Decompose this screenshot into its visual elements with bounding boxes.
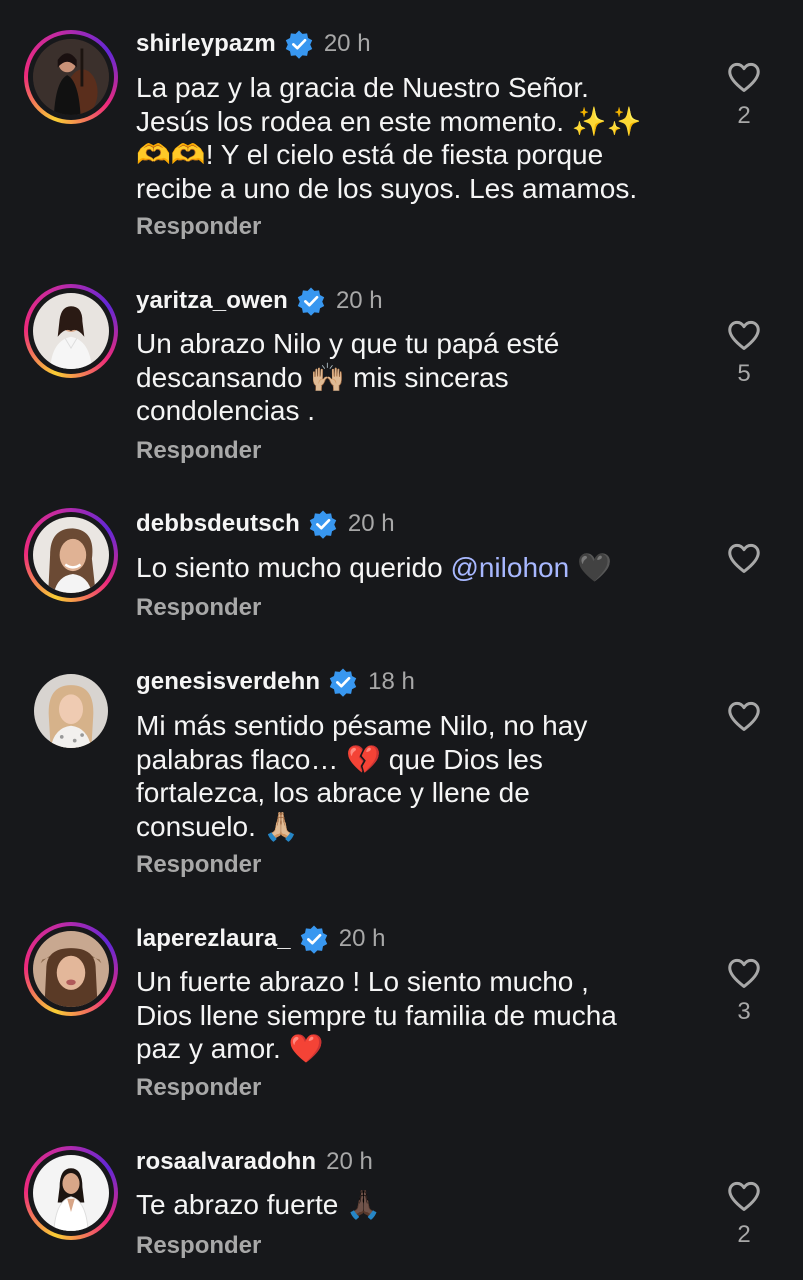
heart-icon [722,1177,766,1215]
username[interactable]: yaritza_owen [136,287,288,315]
comment-text: Un fuerte abrazo ! Lo siento mucho , Dio… [136,965,696,1066]
like-count: 2 [737,102,751,129]
comment-line: Jesús los rodea en este momento. ✨✨ [136,105,642,137]
like-button[interactable] [722,697,766,741]
avatar[interactable] [24,284,118,378]
comment-text: Te abrazo fuerte 🙏🏿 [136,1188,696,1222]
comment-line: Un fuerte abrazo ! Lo siento mucho , [136,966,589,997]
avatar-photo [33,517,109,593]
comment-time: 20 h [347,510,395,537]
avatar-photo [34,674,108,748]
avatar-photo [33,293,109,369]
like-button[interactable]: 2 [722,58,766,130]
username[interactable]: shirleypazm [136,30,276,58]
comment-text-segment: 🖤 [569,552,612,583]
like-count: 2 [737,1221,751,1248]
like-button[interactable]: 5 [722,316,766,388]
comment-line: Te abrazo fuerte 🙏🏿 [136,1189,381,1220]
avatar[interactable] [24,30,118,124]
comment-time: 20 h [326,1148,373,1175]
heart-icon [722,58,766,96]
reply-button[interactable]: Responder [136,1232,261,1260]
comment-time: 20 h [338,925,386,952]
heart-icon [722,697,766,735]
comment-line: fortalezca, los abrace y llene de [136,777,530,808]
heart-icon [722,954,766,992]
comment-text-segment: Lo siento mucho querido [136,552,451,583]
username[interactable]: rosaalvaradohn [136,1148,316,1176]
comment-line: La paz y la gracia de Nuestro Señor. [136,72,589,103]
comment-text: Mi más sentido pésame Nilo, no hay palab… [136,709,696,843]
comment-text: Lo siento mucho querido @nilohon 🖤 [136,551,696,585]
username[interactable]: genesisverdehn [136,668,320,696]
comment-line: recibe a uno de los suyos. Les amamos. [136,172,638,204]
verified-badge-icon [284,29,314,59]
reply-button[interactable]: Responder [136,1074,261,1102]
avatar[interactable] [24,508,118,602]
comment-line: palabras flaco… 💔 que Dios les [136,743,543,775]
comment-line: Mi más sentido pésame Nilo, no hay [136,710,588,741]
mention-link[interactable]: @nilohon [450,552,569,583]
like-button[interactable]: 2 [722,1177,766,1249]
heart-icon [722,539,766,577]
username[interactable]: laperezlaura_ [136,925,291,953]
comment-line: Lo siento mucho querido @nilohon 🖤 [136,551,696,585]
comment-line: 🫶🫶! Y el cielo está de fiesta porque [136,139,604,170]
heart-icon [722,316,766,354]
like-count: 3 [737,998,751,1025]
comment-line: condolencias . [136,395,316,426]
comment-time: 20 h [335,287,383,314]
comment-time: 18 h [368,668,415,695]
comment-line: paz y amor. ❤️ [136,1033,324,1064]
avatar-photo [33,931,109,1007]
reply-button[interactable]: Responder [136,851,261,879]
comment-meta: genesisverdehn 18 h [136,665,415,699]
comment-meta: shirleypazm 20 h [136,27,371,61]
comment-line: descansando 🙌🏼 mis sinceras [136,361,509,393]
like-count: 5 [737,360,751,387]
verified-badge-icon [296,286,326,316]
username[interactable]: debbsdeutsch [136,510,300,538]
comment-text: Un abrazo Nilo y que tu papá esté descan… [136,327,696,428]
comment-meta: rosaalvaradohn 20 h [136,1145,373,1179]
comment-meta: yaritza_owen 20 h [136,284,383,318]
avatar-photo [33,1155,109,1231]
comment-text: La paz y la gracia de Nuestro Señor. Jes… [136,71,696,205]
reply-button[interactable]: Responder [136,437,261,465]
verified-badge-icon [299,924,329,954]
avatar-photo [33,39,109,115]
like-button[interactable] [722,539,766,583]
comment-line: consuelo. 🙏🏼 [136,810,299,842]
verified-badge-icon [328,667,358,697]
avatar[interactable] [24,922,118,1016]
like-button[interactable]: 3 [722,954,766,1026]
comment-line: Dios llene siempre tu familia de mucha [136,999,617,1031]
comment-time: 20 h [323,30,371,57]
reply-button[interactable]: Responder [136,594,261,622]
verified-badge-icon [308,509,338,539]
reply-button[interactable]: Responder [136,213,261,241]
avatar[interactable] [24,1146,118,1240]
comment-meta: debbsdeutsch 20 h [136,507,395,541]
comment-meta: laperezlaura_ 20 h [136,922,385,956]
comment-line: Un abrazo Nilo y que tu papá esté [136,328,560,359]
avatar[interactable] [24,664,118,758]
